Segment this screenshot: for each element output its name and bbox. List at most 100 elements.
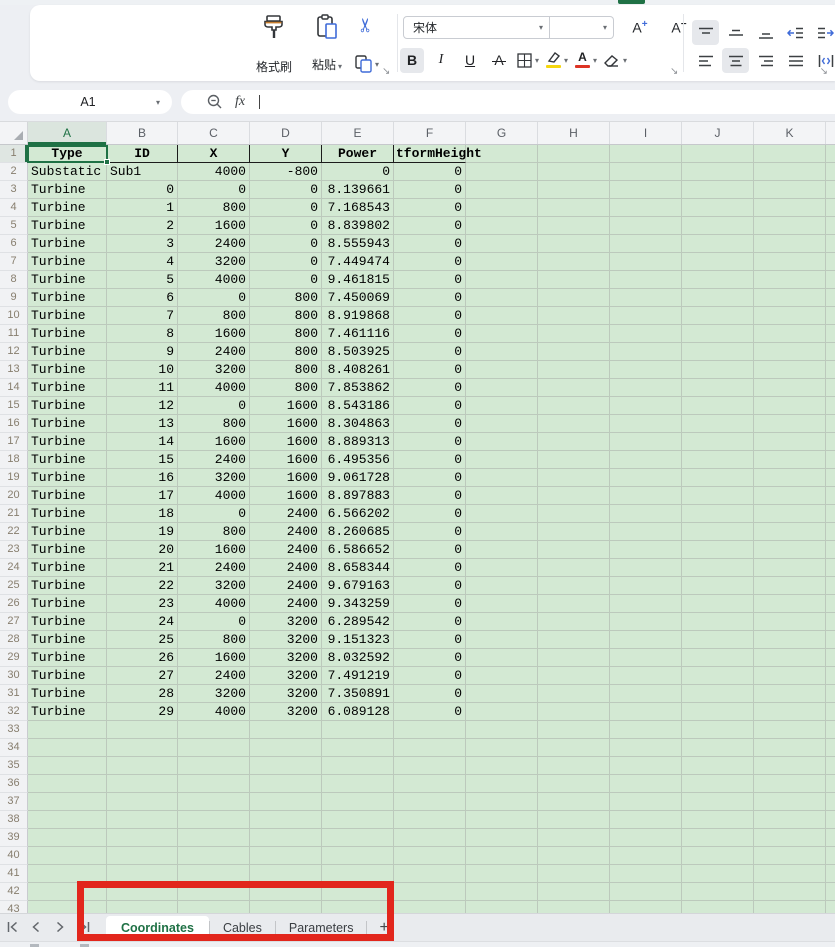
cell-B25[interactable]: 22 (107, 577, 178, 595)
cell-E32[interactable]: 6.089128 (322, 703, 394, 721)
cell-K39[interactable] (754, 829, 826, 847)
cell-D6[interactable]: 0 (250, 235, 322, 253)
cell-I19[interactable] (610, 469, 682, 487)
cell-F10[interactable]: 0 (394, 307, 466, 325)
row-header-7[interactable]: 7 (0, 253, 28, 271)
column-header-A[interactable]: A (28, 122, 107, 144)
row-header-34[interactable]: 34 (0, 739, 28, 757)
cell-K34[interactable] (754, 739, 826, 757)
cell-K40[interactable] (754, 847, 826, 865)
cell-E36[interactable] (322, 775, 394, 793)
cell-H15[interactable] (538, 397, 610, 415)
cell-E29[interactable]: 8.032592 (322, 649, 394, 667)
cell-F39[interactable] (394, 829, 466, 847)
cell-K1[interactable] (754, 145, 826, 163)
prev-sheet-button[interactable] (24, 919, 48, 937)
cell-F4[interactable]: 0 (394, 199, 466, 217)
first-sheet-button[interactable] (0, 919, 24, 937)
cell-A38[interactable] (28, 811, 107, 829)
cell-A5[interactable]: Turbine (28, 217, 107, 235)
cell-C24[interactable]: 2400 (178, 559, 250, 577)
cell-I14[interactable] (610, 379, 682, 397)
cell-G35[interactable] (466, 757, 538, 775)
next-sheet-button[interactable] (48, 919, 72, 937)
cell-F9[interactable]: 0 (394, 289, 466, 307)
cell-J4[interactable] (682, 199, 754, 217)
row-header-11[interactable]: 11 (0, 325, 28, 343)
cell-F24[interactable]: 0 (394, 559, 466, 577)
column-header-J[interactable]: J (682, 122, 754, 144)
cell-F14[interactable]: 0 (394, 379, 466, 397)
eraser-button[interactable]: ▾ (603, 48, 627, 73)
cell-J33[interactable] (682, 721, 754, 739)
format-painter-button[interactable]: 格式刷 (246, 14, 302, 74)
clipboard-group-expander[interactable]: ↘ (382, 67, 390, 77)
select-all-corner[interactable] (0, 122, 28, 144)
cell-C4[interactable]: 800 (178, 199, 250, 217)
cell-J7[interactable] (682, 253, 754, 271)
cell-B19[interactable]: 16 (107, 469, 178, 487)
cell-F37[interactable] (394, 793, 466, 811)
cell-F5[interactable]: 0 (394, 217, 466, 235)
cell-G14[interactable] (466, 379, 538, 397)
cell-E5[interactable]: 8.839802 (322, 217, 394, 235)
cell-E3[interactable]: 8.139661 (322, 181, 394, 199)
cell-I20[interactable] (610, 487, 682, 505)
cell-H4[interactable] (538, 199, 610, 217)
cell-A4[interactable]: Turbine (28, 199, 107, 217)
cell-G18[interactable] (466, 451, 538, 469)
cell-K20[interactable] (754, 487, 826, 505)
cell-I1[interactable] (610, 145, 682, 163)
cell-B10[interactable]: 7 (107, 307, 178, 325)
cell-A14[interactable]: Turbine (28, 379, 107, 397)
cell-G32[interactable] (466, 703, 538, 721)
cell-K27[interactable] (754, 613, 826, 631)
cell-C36[interactable] (178, 775, 250, 793)
cell-I42[interactable] (610, 883, 682, 901)
cell-G8[interactable] (466, 271, 538, 289)
cell-A17[interactable]: Turbine (28, 433, 107, 451)
fill-handle[interactable] (104, 159, 110, 165)
row-header-21[interactable]: 21 (0, 505, 28, 523)
cell-D24[interactable]: 2400 (250, 559, 322, 577)
cell-G43[interactable] (466, 901, 538, 913)
cell-G28[interactable] (466, 631, 538, 649)
cell-C9[interactable]: 0 (178, 289, 250, 307)
cell-H19[interactable] (538, 469, 610, 487)
cell-I35[interactable] (610, 757, 682, 775)
cell-J10[interactable] (682, 307, 754, 325)
cell-J41[interactable] (682, 865, 754, 883)
cell-A22[interactable]: Turbine (28, 523, 107, 541)
cell-G9[interactable] (466, 289, 538, 307)
cell-H36[interactable] (538, 775, 610, 793)
row-header-40[interactable]: 40 (0, 847, 28, 865)
italic-button[interactable]: I (429, 48, 453, 73)
cell-E25[interactable]: 9.679163 (322, 577, 394, 595)
cell-D27[interactable]: 3200 (250, 613, 322, 631)
cell-F32[interactable]: 0 (394, 703, 466, 721)
row-header-35[interactable]: 35 (0, 757, 28, 775)
cell-D33[interactable] (250, 721, 322, 739)
cell-D3[interactable]: 0 (250, 181, 322, 199)
cell-H32[interactable] (538, 703, 610, 721)
cell-J8[interactable] (682, 271, 754, 289)
borders-button[interactable]: ▾ (516, 48, 540, 73)
cell-G3[interactable] (466, 181, 538, 199)
row-header-36[interactable]: 36 (0, 775, 28, 793)
cell-C6[interactable]: 2400 (178, 235, 250, 253)
cell-H6[interactable] (538, 235, 610, 253)
cell-G22[interactable] (466, 523, 538, 541)
cell-F23[interactable]: 0 (394, 541, 466, 559)
cell-K13[interactable] (754, 361, 826, 379)
cell-J30[interactable] (682, 667, 754, 685)
cell-K10[interactable] (754, 307, 826, 325)
cell-H2[interactable] (538, 163, 610, 181)
bold-button[interactable]: B (400, 48, 424, 73)
cell-G36[interactable] (466, 775, 538, 793)
cell-B40[interactable] (107, 847, 178, 865)
cell-E35[interactable] (322, 757, 394, 775)
cell-J19[interactable] (682, 469, 754, 487)
row-header-43[interactable]: 43 (0, 901, 28, 913)
cell-B7[interactable]: 4 (107, 253, 178, 271)
cell-J38[interactable] (682, 811, 754, 829)
